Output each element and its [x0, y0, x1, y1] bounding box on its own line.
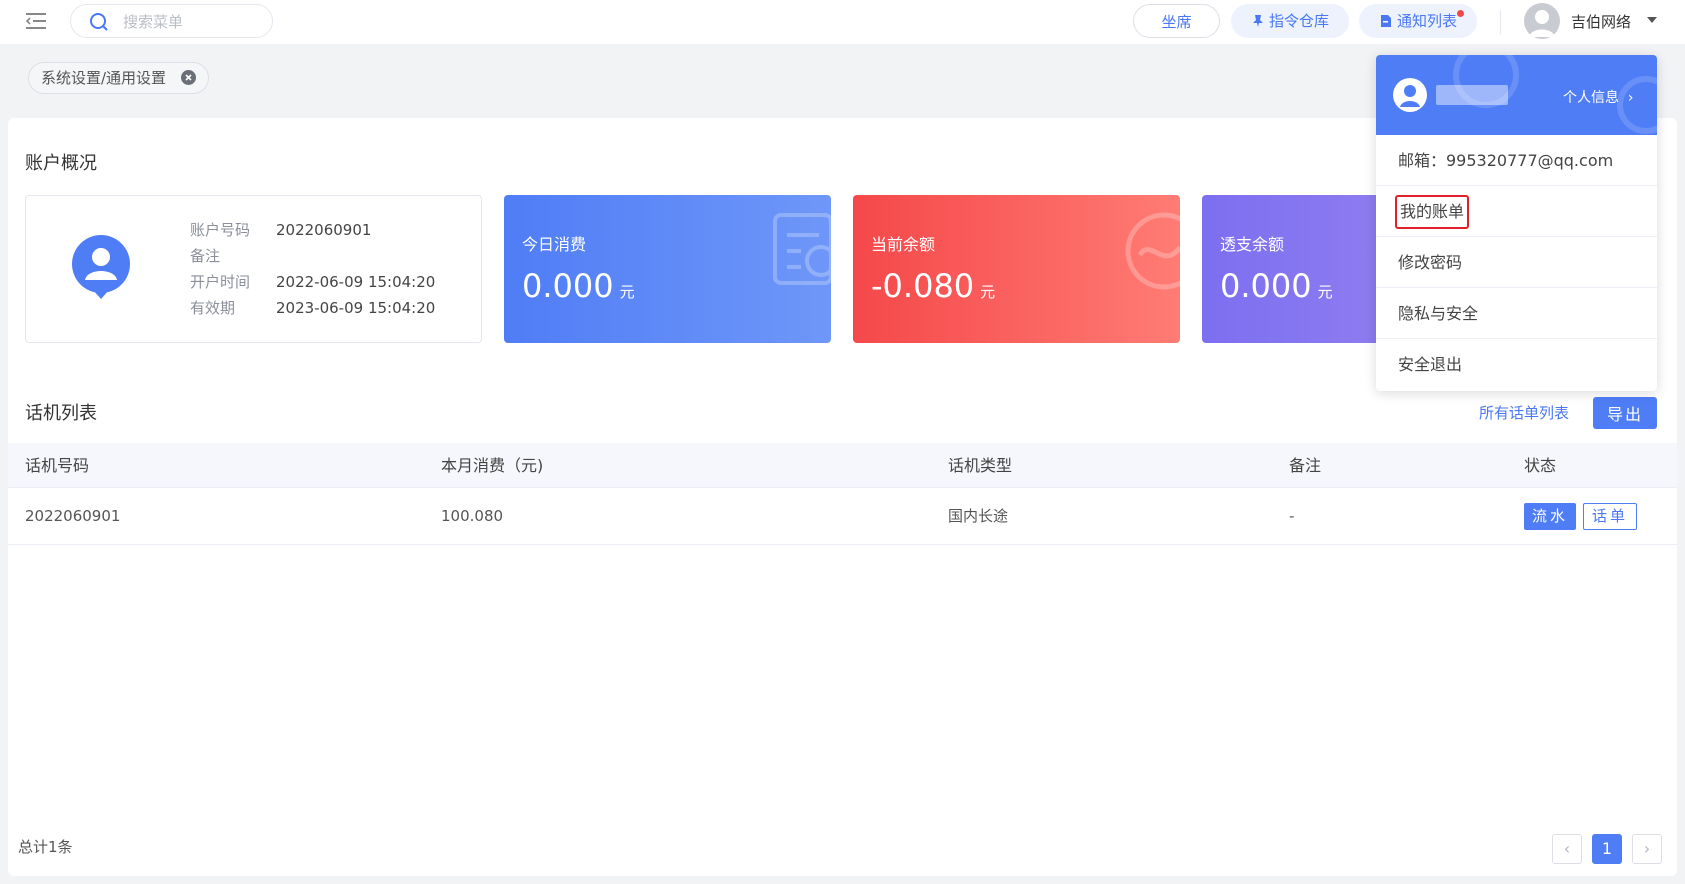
- info-row-expiry: 有效期 2023-06-09 15:04:20: [190, 295, 435, 321]
- info-key: 有效期: [190, 299, 236, 317]
- menu-search[interactable]: [70, 4, 273, 38]
- info-row-account: 账户号码 2022060901: [190, 217, 371, 243]
- flow-button[interactable]: 流水: [1524, 503, 1577, 530]
- divider: [1500, 10, 1501, 34]
- close-icon[interactable]: [180, 70, 196, 85]
- change-password-item[interactable]: 修改密码: [1376, 237, 1657, 288]
- expiry-value: 2023-06-09 15:04:20: [276, 299, 436, 317]
- column-header: 状态: [1524, 456, 1557, 475]
- info-row-open-time: 开户时间 2022-06-09 15:04:20: [190, 269, 435, 295]
- account-overview-title: 账户概况: [25, 153, 97, 174]
- search-input[interactable]: [123, 11, 263, 33]
- table-row: 2022060901 100.080 国内长途 - 流水 话单: [8, 488, 1677, 545]
- dropdown-header: 个人信息 ›: [1376, 55, 1657, 135]
- amount-value: 0.000: [1220, 267, 1312, 305]
- overdraft-balance-value: 0.000 元: [1220, 267, 1333, 305]
- export-button[interactable]: 导出: [1593, 397, 1657, 429]
- logout-item[interactable]: 安全退出: [1376, 339, 1657, 390]
- phone-list-title: 话机列表: [25, 403, 97, 424]
- current-balance-value: -0.080 元: [871, 267, 995, 305]
- total-count: 总计1条: [18, 838, 73, 856]
- monthly-consumption: 100.080: [441, 507, 504, 525]
- tag-label: 系统设置/通用设置: [41, 69, 167, 87]
- today-consumption-value: 0.000 元: [522, 267, 635, 305]
- phone-note: -: [1289, 507, 1295, 525]
- info-row-note: 备注: [190, 243, 276, 269]
- amount-value: -0.080: [871, 267, 975, 305]
- my-bills-item[interactable]: 我的账单: [1376, 186, 1657, 237]
- user-avatar[interactable]: [1524, 3, 1560, 39]
- top-bar: 坐席 指令仓库 通知列表 吉伯网络: [0, 0, 1685, 44]
- tag-general-settings[interactable]: 系统设置/通用设置: [28, 62, 209, 94]
- command-repo-label: 指令仓库: [1268, 12, 1329, 30]
- blurred-username: [1436, 85, 1508, 105]
- info-key: 开户时间: [190, 273, 251, 291]
- open-time-value: 2022-06-09 15:04:20: [276, 273, 436, 291]
- card-label: 今日消费: [522, 235, 587, 254]
- today-consumption-card: 今日消费 0.000 元: [504, 195, 831, 343]
- pin-icon: [1252, 15, 1263, 27]
- account-info-card: 账户号码 2022060901 备注 开户时间 2022-06-09 15:04:2…: [25, 195, 482, 343]
- account-number: 2022060901: [276, 221, 372, 239]
- search-icon: [90, 13, 108, 31]
- notify-list-button[interactable]: 通知列表: [1359, 4, 1477, 38]
- receipt-icon: [773, 213, 831, 285]
- prev-page-button[interactable]: ‹: [1552, 834, 1582, 864]
- user-name[interactable]: 吉伯网络: [1571, 11, 1631, 32]
- account-avatar-icon: [72, 235, 130, 299]
- seat-button[interactable]: 坐席: [1133, 4, 1220, 38]
- unit-label: 元: [980, 283, 996, 301]
- phone-number: 2022060901: [25, 507, 121, 525]
- unit-label: 元: [1317, 283, 1333, 301]
- bill-button[interactable]: 话单: [1583, 503, 1638, 530]
- column-header: 话机类型: [948, 456, 1013, 475]
- card-label: 透支余额: [1220, 235, 1285, 254]
- seat-label: 坐席: [1161, 13, 1192, 31]
- notify-list-label: 通知列表: [1396, 12, 1457, 30]
- info-key: 账户号码: [190, 221, 251, 239]
- chevron-down-icon[interactable]: [1647, 17, 1657, 23]
- card-label: 当前余额: [871, 235, 936, 254]
- phone-type: 国内长途: [948, 507, 1009, 525]
- document-icon: [1380, 15, 1391, 27]
- privacy-security-item[interactable]: 隐私与安全: [1376, 288, 1657, 339]
- profile-link[interactable]: 个人信息 ›: [1563, 87, 1634, 107]
- column-header: 本月消费（元): [441, 456, 544, 475]
- user-icon: [1529, 10, 1555, 37]
- command-repo-button[interactable]: 指令仓库: [1231, 4, 1349, 38]
- email-item: 邮箱：995320777@qq.com: [1376, 135, 1657, 186]
- all-bills-link[interactable]: 所有话单列表: [1479, 402, 1569, 423]
- my-bills-label: 我的账单: [1395, 195, 1470, 229]
- wallet-icon: [1125, 212, 1180, 290]
- column-header: 备注: [1289, 456, 1322, 475]
- next-page-button[interactable]: ›: [1632, 834, 1662, 864]
- phone-table: 话机号码 本月消费（元) 话机类型 备注 状态 2022060901 100.0…: [8, 443, 1677, 545]
- chevron-right-icon: ›: [1627, 90, 1634, 106]
- column-header: 话机号码: [25, 456, 90, 475]
- user-dropdown-menu: 个人信息 › 邮箱：995320777@qq.com 我的账单 修改密码 隐私与…: [1376, 55, 1657, 391]
- table-header: 话机号码 本月消费（元) 话机类型 备注 状态: [8, 443, 1677, 488]
- amount-value: 0.000: [522, 267, 614, 305]
- page-number-button[interactable]: 1: [1592, 834, 1622, 864]
- menu-collapse-icon[interactable]: [26, 12, 46, 30]
- current-balance-card: 当前余额 -0.080 元: [853, 195, 1180, 343]
- unit-label: 元: [619, 283, 635, 301]
- notification-dot: [1457, 10, 1464, 17]
- profile-label: 个人信息: [1563, 90, 1619, 106]
- info-key: 备注: [190, 247, 221, 265]
- user-icon: [1393, 78, 1427, 112]
